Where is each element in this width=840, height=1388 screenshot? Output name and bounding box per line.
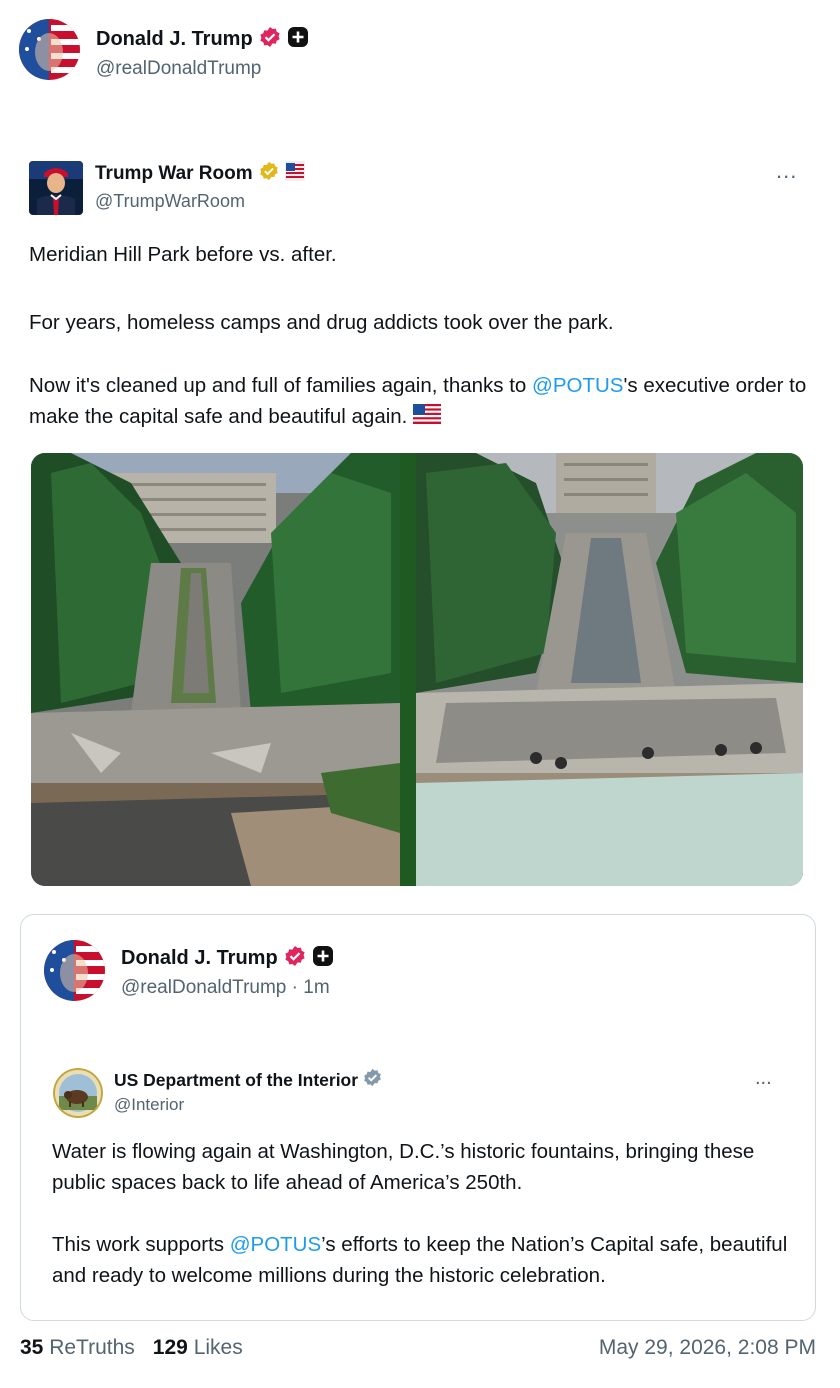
quote-time: · 1m [286,977,330,998]
tweet-text-paragraph: For years, homeless camps and drug addic… [29,311,614,334]
us-flag-emoji-icon [413,402,442,433]
potus-mention-link[interactable]: @POTUS [532,374,623,397]
plus-badge-icon [287,26,309,53]
tweet-text-segment: Now it's cleaned up and full of families… [29,374,533,397]
quote-author-name-row: Donald J. Trump [121,945,334,972]
quote-author-handle[interactable]: @realDonaldTrump [121,977,286,998]
potus-mention-link[interactable]: @POTUS [230,1233,321,1256]
likes-label: Likes [193,1336,243,1359]
more-options-icon[interactable]: ... [776,158,797,184]
interior-name-row: US Department of the Interior [114,1068,382,1092]
interior-author-name[interactable]: US Department of the Interior [114,1070,358,1091]
interior-text-paragraph: Water is flowing again at Washington, D.… [52,1140,755,1194]
quoted-author-name-row: Trump War Room [95,161,305,186]
verified-badge-icon [284,945,306,972]
quoted-author-avatar[interactable] [29,161,83,215]
affiliate-flag-icon [284,161,305,186]
after-photo[interactable] [416,453,803,886]
retruths-count: 35 [20,1336,44,1359]
author-name-row: Donald J. Trump [96,26,309,53]
retruths-stat[interactable]: 35 ReTruths [20,1336,135,1360]
post-timestamp[interactable]: May 29, 2026, 2:08 PM [599,1336,816,1360]
interior-author-handle[interactable]: @Interior [114,1095,184,1115]
quote-author-name[interactable]: Donald J. Trump [121,947,278,970]
before-photo[interactable] [31,453,400,886]
author-name[interactable]: Donald J. Trump [96,28,253,51]
more-options-icon[interactable]: ... [755,1067,772,1090]
tweet-text-paragraph: Now it's cleaned up and full of families… [29,370,819,433]
likes-stat[interactable]: 129 Likes [153,1336,243,1360]
gray-verified-badge-icon [363,1068,382,1092]
gold-verified-badge-icon [259,161,279,186]
retruths-label: ReTruths [49,1336,135,1359]
verified-badge-icon [259,26,281,53]
quoted-author-name[interactable]: Trump War Room [95,163,253,185]
tweet-text-paragraph: Meridian Hill Park before vs. after. [29,243,337,266]
tweet-text-segment: This work supports [52,1233,230,1256]
quoted-author-handle[interactable]: @TrumpWarRoom [95,191,245,212]
quote-author-avatar[interactable] [44,940,105,1001]
post-stats: 35 ReTruths 129 Likes [20,1336,243,1360]
media-gallery[interactable] [31,453,803,886]
quote-author-handle-row: @realDonaldTrump · 1m [121,977,330,999]
author-avatar[interactable] [19,19,80,80]
interior-text-paragraph: This work supports @POTUS’s efforts to k… [52,1229,802,1291]
author-handle[interactable]: @realDonaldTrump [96,58,261,80]
plus-badge-icon [312,945,334,972]
interior-seal-avatar[interactable] [53,1068,103,1118]
likes-count: 129 [152,1336,188,1359]
